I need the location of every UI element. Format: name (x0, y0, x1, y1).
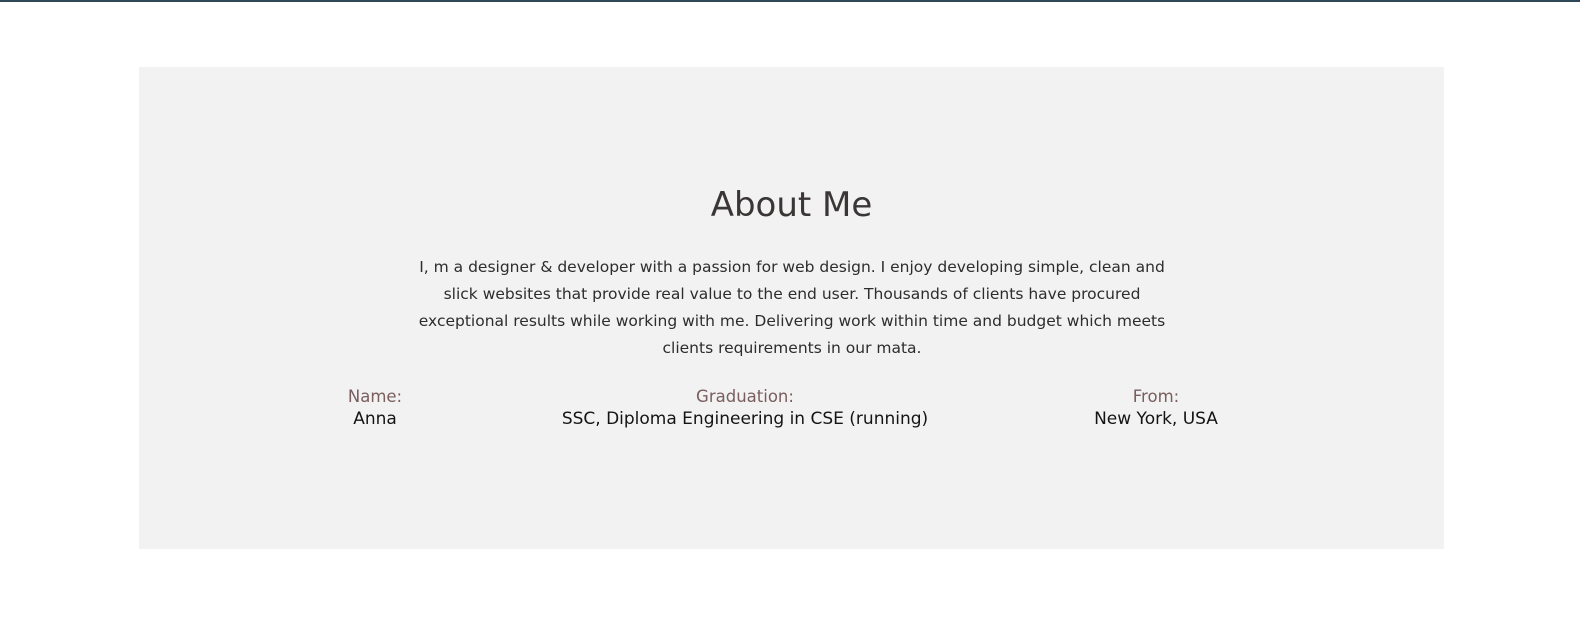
about-description: I, m a designer & developer with a passi… (418, 258, 1166, 357)
about-section: About Me I, m a designer & developer wit… (139, 67, 1444, 549)
about-title: About Me (710, 185, 873, 225)
info-graduation-label: Graduation: (696, 387, 794, 406)
info-name-label: Name: (347, 387, 403, 406)
info-graduation-value: SSC, Diploma Engineering in CSE (running… (561, 409, 929, 429)
info-graduation: Graduation: SSC, Diploma Engineering in … (545, 387, 945, 431)
top-border (0, 0, 1580, 2)
info-name: Name: Anna (315, 387, 435, 431)
info-from-value: New York, USA (1094, 409, 1218, 429)
info-from-label: From: (1132, 387, 1180, 406)
info-from: From: New York, USA (1046, 387, 1266, 431)
info-name-value: Anna (353, 409, 397, 429)
